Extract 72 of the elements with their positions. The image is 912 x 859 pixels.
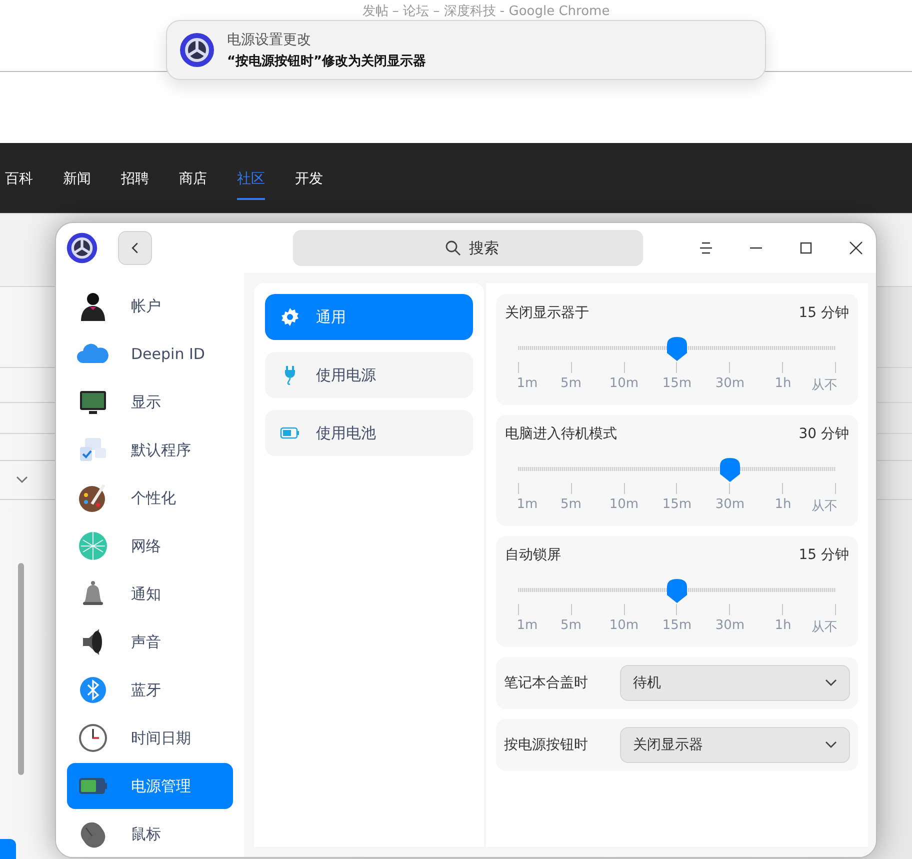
sidebar-item[interactable]: 时间日期 — [67, 715, 233, 761]
sidebar-item[interactable]: 通知 — [67, 571, 233, 617]
setting-value: 15 分钟 — [798, 546, 849, 564]
notification-card[interactable]: 电源设置更改 “按电源按钮时”修改为关闭显示器 — [166, 20, 766, 80]
browser-title: 发帖 – 论坛 – 深度科技 - Google Chrome — [362, 3, 610, 19]
close-icon[interactable] — [849, 241, 863, 255]
nav-link[interactable]: 百科 — [5, 156, 63, 200]
sidebar-item[interactable]: Deepin ID — [67, 331, 233, 377]
search-field[interactable]: 搜索 — [293, 230, 643, 266]
sidebar-item[interactable]: 电源管理 — [67, 763, 233, 809]
tick-label: 15m — [662, 618, 692, 633]
notification-message: “按电源按钮时”修改为关闭显示器 — [227, 52, 426, 70]
dropdown[interactable]: 待机 — [620, 665, 850, 701]
tick-label: 1m — [516, 497, 538, 512]
tick-label: 10m — [609, 376, 639, 391]
sidebar-item[interactable]: 声音 — [67, 619, 233, 665]
nav-link[interactable]: 开发 — [295, 156, 353, 200]
tick-label: 1m — [516, 618, 538, 633]
setting-label: 按电源按钮时 — [504, 736, 588, 754]
tick-label: 1h — [774, 618, 792, 633]
chevron-icon — [825, 679, 837, 687]
nav-link[interactable]: 招聘 — [121, 156, 179, 200]
maximize-icon[interactable] — [799, 241, 813, 255]
nav-link[interactable]: 社区 — [237, 156, 265, 200]
sidebar-item[interactable]: 个性化 — [67, 475, 233, 521]
sidebar-item[interactable]: 蓝牙 — [67, 667, 233, 713]
category-item[interactable]: 使用电源 — [265, 352, 473, 398]
tick-label: 15m — [662, 376, 692, 391]
sidebar-item[interactable]: 默认程序 — [67, 427, 233, 473]
tick-label: 30m — [715, 497, 745, 512]
tick-label: 30m — [715, 376, 745, 391]
setting-label: 电脑进入待机模式 — [505, 425, 617, 443]
partial-button[interactable] — [0, 839, 16, 859]
nav-link[interactable]: 新闻 — [63, 156, 121, 200]
slider-thumb[interactable] — [719, 457, 742, 483]
back-icon — [131, 242, 139, 254]
tick-label: 10m — [609, 618, 639, 633]
sidebar-item[interactable]: 鼠标 — [67, 811, 233, 857]
globe-icon — [77, 530, 109, 562]
chevron-icon[interactable] — [16, 476, 28, 484]
tick-label: 10m — [609, 497, 639, 512]
setting-label: 关闭显示器于 — [505, 304, 589, 322]
sidebar-item[interactable]: 显示 — [67, 379, 233, 425]
tick-label: 从不 — [812, 377, 838, 394]
tick-label: 5m — [560, 497, 582, 512]
setting-value: 30 分钟 — [798, 425, 849, 443]
tick-label: 从不 — [812, 619, 838, 636]
slider-thumb[interactable] — [666, 336, 688, 362]
dropdown[interactable]: 关闭显示器 — [620, 727, 850, 763]
chevron-icon — [825, 741, 837, 749]
tick-label: 30m — [715, 618, 745, 633]
nav-link[interactable]: 商店 — [179, 156, 237, 200]
tick-label: 15m — [662, 497, 692, 512]
category-item[interactable]: 使用电池 — [265, 410, 473, 456]
tick-label: 1h — [774, 376, 792, 391]
setting-value: 15 分钟 — [798, 304, 849, 322]
slider-thumb[interactable] — [666, 578, 688, 604]
tick-label: 5m — [560, 618, 582, 633]
scrollbar[interactable] — [18, 563, 24, 775]
category-item[interactable]: 通用 — [265, 294, 473, 340]
menu-icon[interactable] — [699, 241, 713, 255]
setting-label: 笔记本合盖时 — [504, 674, 588, 692]
setting-label: 自动锁屏 — [505, 546, 561, 564]
sidebar-item[interactable]: 帐户 — [67, 283, 233, 329]
tick-label: 5m — [560, 376, 582, 391]
sidebar-item[interactable]: 网络 — [67, 523, 233, 569]
notification-title: 电源设置更改 — [227, 30, 312, 48]
tick-label: 1m — [516, 376, 538, 391]
clock-icon — [77, 722, 109, 754]
bluetooth-icon — [77, 674, 109, 706]
tick-label: 从不 — [812, 498, 838, 515]
tick-label: 1h — [774, 497, 792, 512]
